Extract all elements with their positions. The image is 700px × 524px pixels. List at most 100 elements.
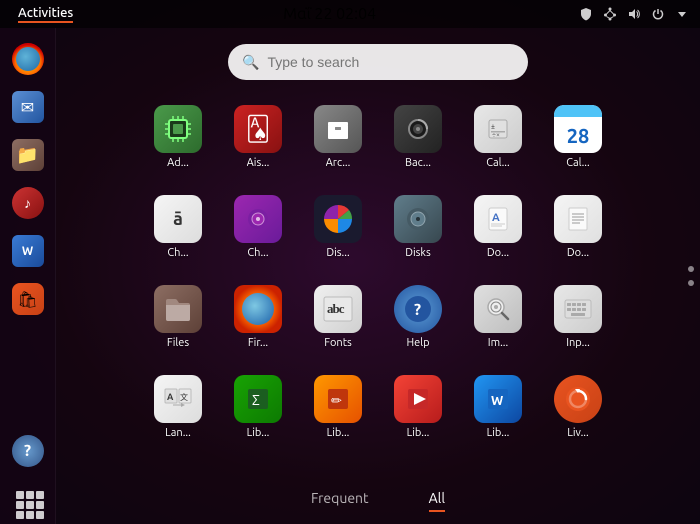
dock-item-rhythmbox[interactable]: ♪ [7,182,49,224]
search-bar[interactable]: 🔍 [228,44,528,80]
app-icon-ad [154,105,202,153]
app-item-lib4[interactable]: W Lib... [458,362,538,452]
app-item-liv[interactable]: Liv... [538,362,618,452]
dock-item-firefox[interactable] [7,38,49,80]
dock-item-writer[interactable]: W [7,230,49,272]
app-label-dis1: Dis... [326,247,349,259]
app-item-disks[interactable]: Disks [378,182,458,272]
search-icon: 🔍 [242,54,259,71]
app-item-lib3[interactable]: Lib... [378,362,458,452]
app-icon-liv [554,375,602,423]
app-icon-do2 [554,195,602,243]
scroll-dot-2 [688,280,694,286]
app-icon-inp [554,285,602,333]
volume-icon[interactable] [626,6,642,22]
activities-button[interactable]: Activities [10,6,81,23]
app-label-ad: Ad... [167,157,189,169]
svg-text:abc: abc [327,301,345,316]
svg-text:W: W [491,394,503,408]
app-item-lib1[interactable]: Σ Lib... [218,362,298,452]
app-item-im[interactable]: Im... [458,272,538,362]
settings-dropdown[interactable] [674,6,690,22]
app-label-bac: Bac... [405,157,431,169]
app-label-arc: Arc... [326,157,351,169]
dock-item-files[interactable]: 📁 [7,134,49,176]
svg-text:±: ± [491,123,495,131]
app-item-do1[interactable]: A Do... [458,182,538,272]
datetime: Μαΐ 22 02:04 [283,5,376,23]
app-label-do1: Do... [487,247,509,259]
app-label-lib1: Lib... [247,427,270,439]
scroll-indicator [688,266,694,286]
app-icon-ch2 [234,195,282,243]
app-icon-lib4: W [474,375,522,423]
svg-text:A: A [492,212,500,224]
app-item-do2[interactable]: Do... [538,182,618,272]
app-item-dis1[interactable]: Dis... [298,182,378,272]
svg-text:文: 文 [180,392,188,402]
topbar-icons [578,6,690,22]
app-item-ch2[interactable]: Ch... [218,182,298,272]
app-icon-calc: ± ÷× [474,105,522,153]
app-label-inp: Inp... [566,337,590,349]
dock: ✉ 📁 ♪ W 🛍 ? [0,28,56,524]
app-icon-bac [394,105,442,153]
app-icon-files [154,285,202,333]
app-label-ch1: Ch... [167,247,188,259]
svg-text:?: ? [414,301,421,319]
app-label-lib4: Lib... [487,427,510,439]
svg-text:Σ: Σ [252,392,260,408]
app-item-calc[interactable]: ± ÷× Cal... [458,92,538,182]
app-item-files[interactable]: Files [138,272,218,362]
app-item-inp[interactable]: Inp... [538,272,618,362]
app-item-bac[interactable]: Bac... [378,92,458,182]
dock-item-all-apps[interactable] [7,482,49,524]
svg-text:A: A [167,392,174,402]
app-label-do2: Do... [567,247,589,259]
scroll-dot-1 [688,266,694,272]
dock-item-help[interactable]: ? [7,430,49,472]
app-icon-calendar: 28 [554,105,602,153]
app-label-liv: Liv... [567,427,588,439]
shield-icon[interactable] [578,6,594,22]
app-item-lan[interactable]: A 文 Lan... [138,362,218,452]
app-item-ad[interactable]: Ad... [138,92,218,182]
dock-item-mail[interactable]: ✉ [7,86,49,128]
app-item-lib2[interactable]: ✏ Lib... [298,362,378,452]
app-item-arc[interactable]: Arc... [298,92,378,182]
app-grid: Ad... 🂡 Ais... Arc... [128,92,628,452]
app-item-ais[interactable]: 🂡 Ais... [218,92,298,182]
app-label-help: Help [406,337,429,349]
app-icon-help: ? [394,285,442,333]
app-item-help[interactable]: ? Help [378,272,458,362]
app-icon-ais: 🂡 [234,105,282,153]
app-label-disks: Disks [405,247,431,259]
network-icon[interactable] [602,6,618,22]
app-icon-disks [394,195,442,243]
svg-text:✏: ✏ [331,394,342,408]
search-input[interactable] [267,54,514,70]
app-icon-fonts: abc [314,285,362,333]
app-label-lib2: Lib... [327,427,350,439]
app-label-lan: Lan... [165,427,191,439]
app-item-firefox[interactable]: Fir... [218,272,298,362]
power-icon[interactable] [650,6,666,22]
app-label-files: Files [167,337,189,349]
dock-item-appstore[interactable]: 🛍 [7,278,49,320]
app-icon-firefox [234,285,282,333]
main-content: 🔍 [56,28,700,524]
app-item-calendar[interactable]: 28 Cal... [538,92,618,182]
app-icon-lan: A 文 [154,375,202,423]
app-icon-im [474,285,522,333]
app-item-fonts[interactable]: abc Fonts [298,272,378,362]
app-label-calendar: Cal... [566,157,589,169]
app-label-firefox: Fir... [248,337,268,349]
app-item-ch1[interactable]: ā Ch... [138,182,218,272]
app-label-fonts: Fonts [324,337,352,349]
app-icon-lib2: ✏ [314,375,362,423]
topbar: Activities Μαΐ 22 02:04 [0,0,700,28]
svg-text:÷×: ÷× [492,131,500,139]
app-label-ais: Ais... [247,157,270,169]
app-icon-lib1: Σ [234,375,282,423]
app-icon-dis1 [314,195,362,243]
